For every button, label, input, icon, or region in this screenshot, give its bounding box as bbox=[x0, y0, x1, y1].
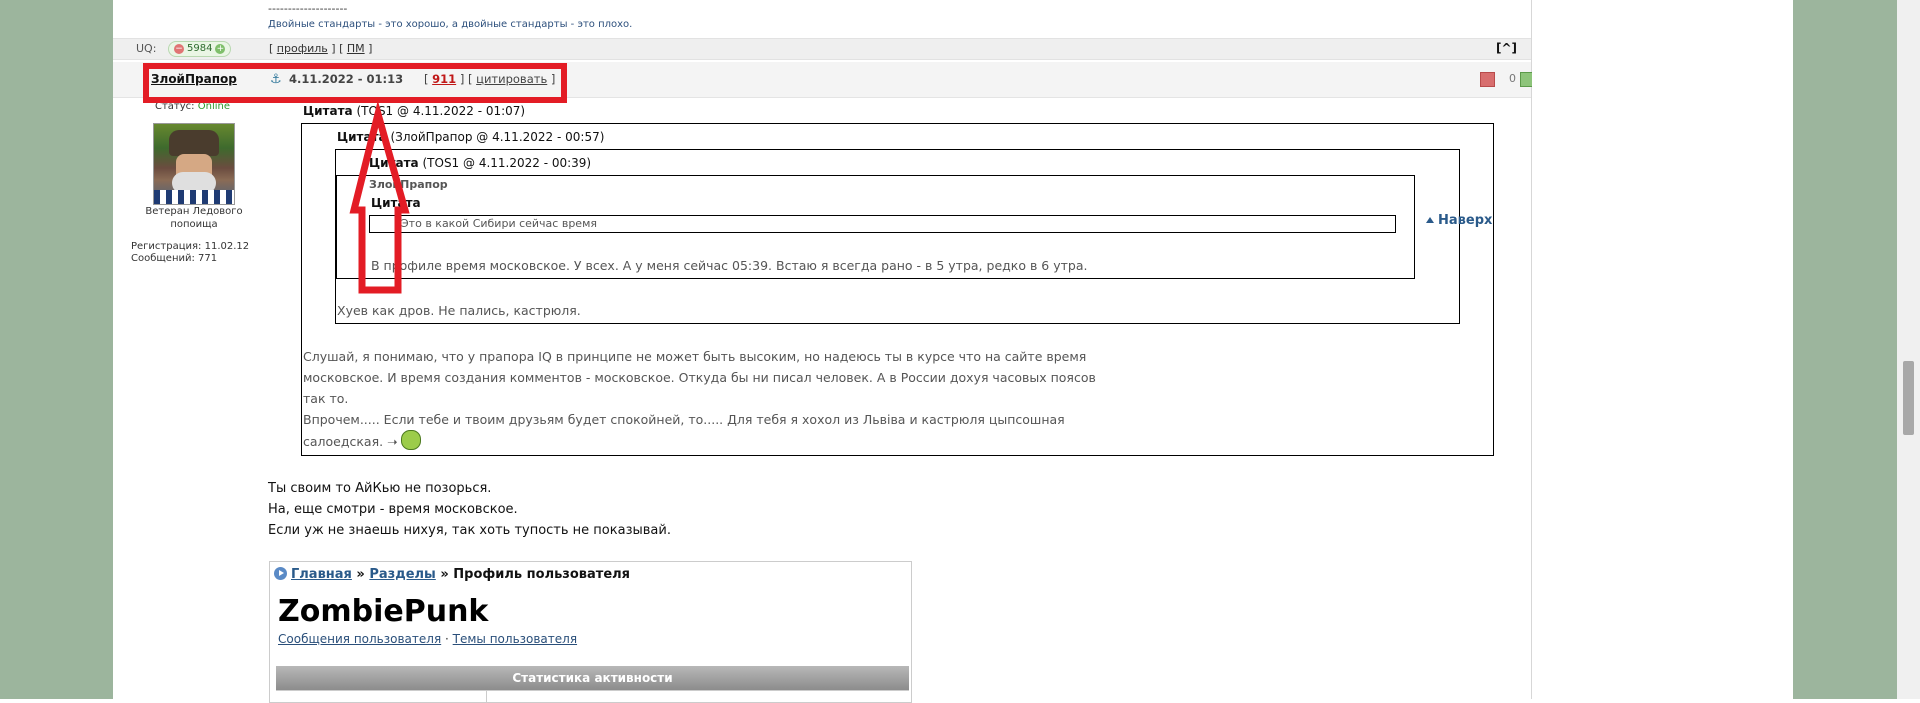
user-messages-link[interactable]: Сообщения пользователя bbox=[278, 632, 441, 646]
quote-3-header: Цитата (TOS1 @ 4.11.2022 - 00:39) bbox=[369, 156, 592, 170]
profile-name: ZombiePunk bbox=[278, 594, 489, 629]
to-top-link[interactable]: Наверх bbox=[1426, 213, 1492, 228]
post-content-column: -------------------- Двойные стандарты -… bbox=[113, 0, 1535, 703]
rating-value: 0 bbox=[1509, 72, 1516, 85]
breadcrumb-current: Профиль пользователя bbox=[453, 567, 631, 582]
quote-3-text: В профиле время московское. У всех. А у … bbox=[371, 258, 1088, 273]
scrollbar[interactable] bbox=[1897, 0, 1920, 699]
quote-4-header: Цитата bbox=[371, 196, 421, 210]
avatar[interactable] bbox=[153, 123, 235, 205]
user-topics-link[interactable]: Темы пользователя bbox=[453, 632, 577, 646]
quote-2-text: Хуев как дров. Не пались, кастрюля. bbox=[337, 303, 581, 318]
breadcrumb: Главная » Разделы » Профиль пользователя bbox=[274, 567, 630, 582]
stats-row bbox=[276, 690, 909, 703]
highlight-box bbox=[143, 63, 567, 103]
quote-5-text: Это в какой Сибири сейчас время bbox=[401, 217, 597, 230]
right-sidebar bbox=[1532, 0, 1793, 699]
breadcrumb-arrow-icon bbox=[274, 567, 287, 580]
profile-links: Сообщения пользователя · Темы пользовате… bbox=[278, 632, 578, 646]
profile-screenshot-card: Главная » Разделы » Профиль пользователя… bbox=[269, 561, 912, 703]
post-rating: 0 bbox=[1480, 72, 1535, 87]
arrow-up-icon bbox=[1426, 217, 1434, 223]
scrollbar-thumb[interactable] bbox=[1903, 361, 1914, 435]
post-body-text: Ты своим то АйКью не позорься. На, еще с… bbox=[268, 481, 671, 538]
user-actions-bar: UQ: −5984 + [ профиль ] [ ПМ ] [^] bbox=[113, 38, 1531, 60]
signature-text: Двойные стандарты - это хорошо, а двойны… bbox=[268, 19, 633, 30]
breadcrumb-sections-link[interactable]: Разделы bbox=[369, 567, 435, 582]
registration-date: Регистрация: 11.02.12 bbox=[131, 241, 250, 252]
message-count: Сообщений: 771 bbox=[131, 253, 218, 264]
page-margin-left bbox=[0, 0, 113, 699]
user-rank: Ветеран Ледового попоища bbox=[145, 206, 243, 230]
rate-down-icon[interactable] bbox=[1480, 72, 1495, 87]
user-registration: Регистрация: 11.02.12 Сообщений: 771 bbox=[131, 241, 249, 265]
smiley-icon bbox=[400, 430, 421, 450]
quote-1-header: Цитата (TOS1 @ 4.11.2022 - 01:07) bbox=[303, 104, 526, 118]
uq-minus-button[interactable]: − bbox=[174, 44, 184, 54]
signature-divider: -------------------- bbox=[268, 2, 348, 15]
quote-1-text: Слушай, я понимаю, что у прапора IQ в пр… bbox=[303, 349, 1096, 450]
uq-plus-button[interactable]: + bbox=[215, 44, 226, 54]
quote-4-author: ЗлойПрапор bbox=[369, 178, 448, 191]
activity-stats-header: Статистика активности bbox=[276, 666, 909, 690]
pm-link[interactable]: ПМ bbox=[347, 42, 365, 55]
scroll-top-button[interactable]: [^] bbox=[1496, 41, 1517, 55]
uq-badge: −5984 + bbox=[168, 41, 232, 57]
uq-label: UQ: bbox=[136, 42, 157, 55]
user-links: [ профиль ] [ ПМ ] bbox=[269, 42, 373, 55]
profile-link[interactable]: профиль bbox=[277, 42, 328, 55]
breadcrumb-home-link[interactable]: Главная bbox=[291, 567, 352, 582]
quote-2-header: Цитата (ЗлойПрапор @ 4.11.2022 - 00:57) bbox=[337, 130, 605, 144]
uq-value: 5984 bbox=[187, 43, 213, 54]
arrow-icon: ➝ bbox=[387, 434, 398, 449]
forum-page: -------------------- Двойные стандарты -… bbox=[113, 0, 1793, 703]
